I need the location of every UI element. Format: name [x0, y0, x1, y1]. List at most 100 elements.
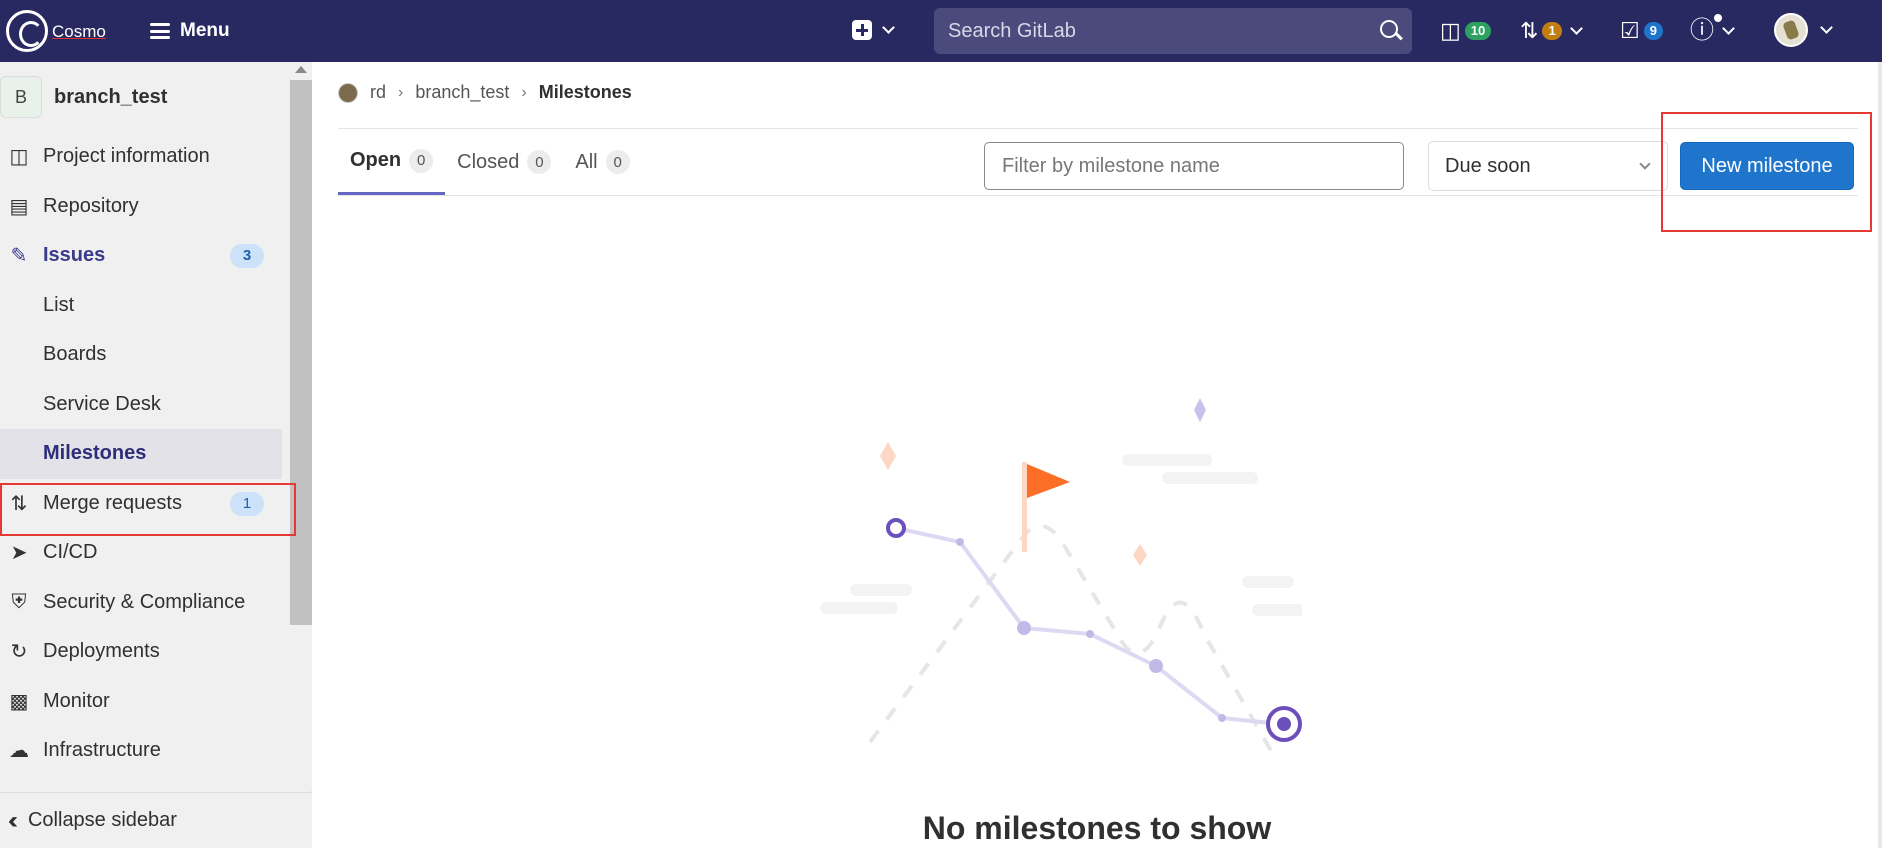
breadcrumb-project-link[interactable]: branch_test	[415, 82, 509, 103]
sidebar-item-label: Project information	[43, 145, 210, 168]
todo-count-badge: 9	[1643, 22, 1663, 40]
top-navbar: Cosmo Menu ◫ 10 ⇅ 1 ☑ 9 ⓘ	[0, 0, 1882, 62]
help-icon: ⓘ	[1690, 17, 1714, 44]
chevron-right-icon: ›	[521, 83, 527, 101]
sidebar-item-infrastructure[interactable]: ☁ Infrastructure	[0, 726, 290, 776]
tab-closed[interactable]: Closed 0	[445, 129, 563, 195]
sidebar-item-milestones[interactable]: Milestones	[0, 429, 282, 479]
user-avatar	[1774, 13, 1808, 47]
milestone-filter-input[interactable]	[985, 143, 1403, 189]
tab-count-badge: 0	[527, 150, 552, 174]
chevron-down-icon	[1569, 22, 1583, 35]
todo-check-icon: ☑	[1620, 18, 1640, 43]
sidebar-item-label: Infrastructure	[43, 739, 161, 762]
sidebar-item-label: Deployments	[43, 640, 160, 663]
sidebar-item-label: Monitor	[43, 689, 110, 712]
menu-label: Menu	[180, 20, 230, 41]
start-point-icon	[886, 518, 906, 538]
sidebar-scrollbar[interactable]	[290, 62, 312, 791]
issues-count-badge: 10	[1464, 22, 1492, 40]
milestone-state-tabs: Open 0 Closed 0 All 0	[338, 129, 642, 195]
tab-label: All	[575, 150, 598, 173]
search-input[interactable]	[934, 8, 1412, 54]
sidebar-item-monitor[interactable]: ▩ Monitor	[0, 677, 290, 727]
help-dropdown[interactable]: ⓘ	[1690, 17, 1735, 44]
group-avatar	[338, 82, 358, 103]
highlight-box-new-milestone	[1661, 112, 1872, 232]
divider	[338, 195, 1858, 196]
project-avatar: B	[0, 76, 42, 118]
user-menu[interactable]	[1774, 13, 1833, 47]
sidebar-item-label: Issues	[43, 244, 106, 267]
breadcrumb-group-link[interactable]: rd	[370, 82, 386, 103]
chevron-down-icon	[882, 21, 895, 34]
main-content: rd › branch_test › Milestones Open 0 Clo…	[312, 62, 1882, 848]
target-center	[1277, 717, 1291, 731]
sidebar-item-security-compliance[interactable]: ⛨ Security & Compliance	[0, 578, 290, 628]
sidebar-item-label: Milestones	[43, 442, 147, 465]
scroll-up-arrow-icon[interactable]	[295, 66, 307, 73]
rocket-icon: ➤	[10, 542, 28, 565]
breadcrumb: rd › branch_test › Milestones	[338, 82, 632, 103]
plus-square-icon	[852, 20, 872, 40]
search-icon[interactable]	[1380, 20, 1398, 38]
tab-count-badge: 0	[409, 148, 434, 173]
window-edge	[1878, 62, 1882, 848]
double-chevron-left-icon: ‹‹	[8, 806, 18, 834]
tab-label: Open	[350, 149, 402, 171]
empty-state-title-text: No milestones to show	[922, 810, 1272, 846]
sort-selected-value: Due soon	[1445, 154, 1531, 177]
cosmo-logo[interactable]: Cosmo	[6, 8, 116, 54]
milestone-filter-box[interactable]	[984, 142, 1404, 190]
deploy-icon: ↻	[10, 641, 28, 664]
tab-open[interactable]: Open 0	[338, 129, 446, 195]
sidebar-item-list[interactable]: List	[0, 281, 290, 331]
project-sidebar: B branch_test ◫ Project information ▤ Re…	[0, 62, 312, 848]
chevron-right-icon: ›	[398, 83, 404, 101]
tab-all[interactable]: All 0	[563, 129, 641, 195]
sidebar-item-label: Security & Compliance	[43, 590, 246, 613]
project-name: branch_test	[54, 85, 168, 108]
hamburger-icon	[150, 23, 170, 39]
mountain-dashed-path	[868, 524, 1276, 757]
doc-icon: ▤	[9, 195, 29, 218]
flag-icon	[1027, 464, 1070, 498]
sidebar-nav: ◫ Project information ▤ Repository ✎ Iss…	[0, 132, 290, 776]
sidebar-item-project-information[interactable]: ◫ Project information	[0, 132, 290, 182]
sidebar-item-label: Repository	[43, 194, 139, 217]
todos-nav-button[interactable]: ☑ 9	[1620, 18, 1663, 44]
collapse-sidebar-button[interactable]: ‹‹ Collapse sidebar	[0, 792, 312, 848]
sidebar-item-issues[interactable]: ✎ Issues 3	[0, 231, 290, 281]
empty-milestones-illustration	[820, 398, 1302, 757]
logo-icon	[6, 10, 48, 52]
breadcrumb-current[interactable]: Milestones	[539, 82, 632, 103]
merge-request-icon: ⇅	[1520, 18, 1539, 43]
notification-dot	[1714, 14, 1722, 22]
sort-dropdown[interactable]: Due soon	[1428, 141, 1668, 191]
mr-count-badge: 1	[1542, 22, 1562, 40]
sidebar-item-service-desk[interactable]: Service Desk	[0, 380, 290, 430]
highlight-box-milestones	[0, 483, 296, 536]
tab-label: Closed	[457, 150, 520, 173]
sidebar-item-label: CI/CD	[43, 541, 98, 564]
sidebar-item-boards[interactable]: Boards	[0, 330, 290, 380]
milestone-path-line	[895, 526, 1281, 726]
sidebar-item-label: List	[43, 293, 75, 316]
tab-count-badge: 0	[605, 150, 630, 174]
project-header[interactable]: B branch_test	[0, 72, 167, 122]
scrollbar-thumb[interactable]	[290, 80, 312, 625]
cloud-icon: ☁	[9, 740, 29, 763]
chevron-down-icon	[1820, 21, 1833, 34]
menu-button[interactable]: Menu	[150, 16, 230, 46]
logo-text: Cosmo	[52, 22, 106, 41]
issues-icon: ◫	[1440, 18, 1461, 43]
create-new-dropdown[interactable]	[852, 20, 895, 40]
sidebar-item-deployments[interactable]: ↻ Deployments	[0, 627, 290, 677]
sidebar-item-label: Boards	[43, 343, 107, 366]
search-box[interactable]	[934, 8, 1412, 54]
merge-requests-nav-button[interactable]: ⇅ 1	[1520, 18, 1583, 44]
issues-nav-button[interactable]: ◫ 10	[1440, 18, 1492, 44]
chevron-down-icon	[1722, 22, 1735, 35]
issues-icon: ✎	[10, 245, 28, 268]
sidebar-item-repository[interactable]: ▤ Repository	[0, 182, 290, 232]
